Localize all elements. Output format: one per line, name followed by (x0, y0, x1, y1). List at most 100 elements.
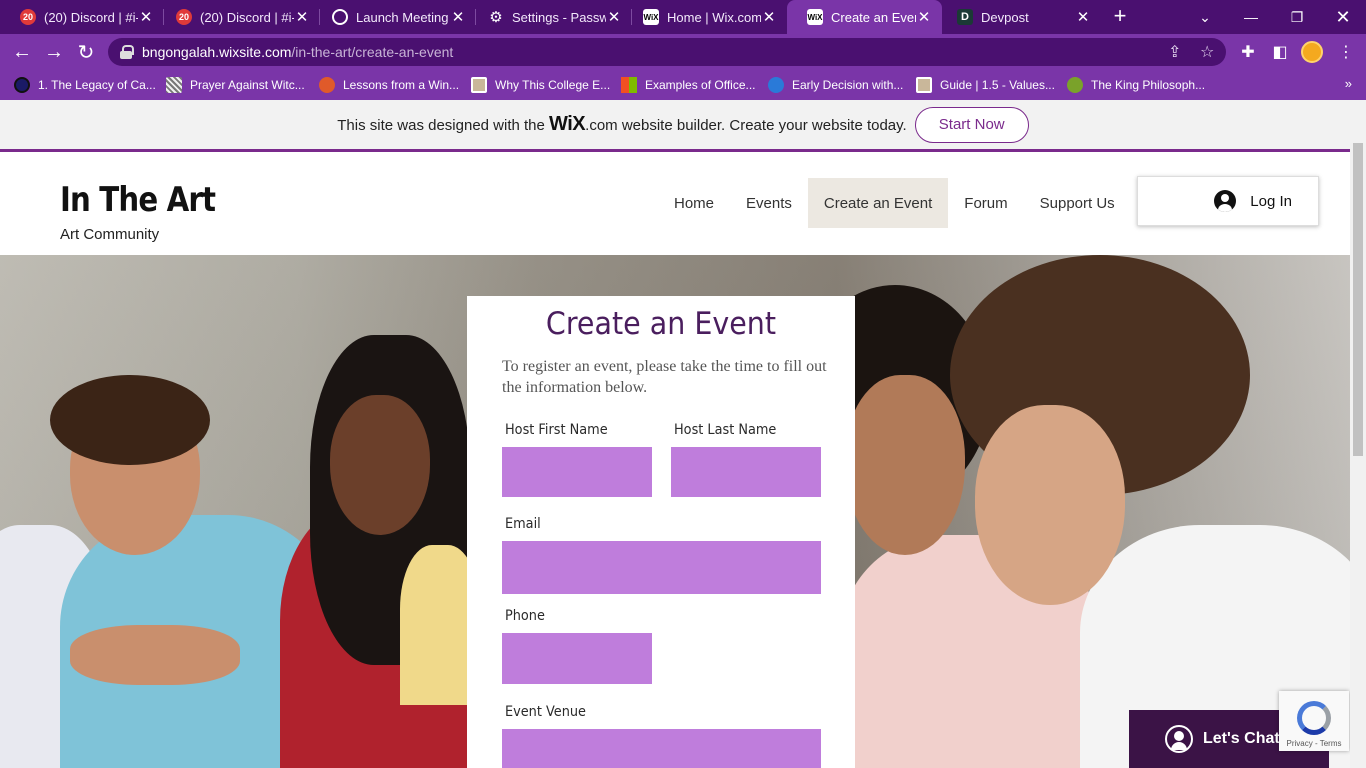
nav-events[interactable]: Events (730, 178, 808, 228)
bookmark-item[interactable]: 1. The Legacy of Ca... (14, 76, 156, 94)
nav-create-an-event[interactable]: Create an Event (807, 178, 949, 228)
wix-logo: WiX (549, 113, 586, 135)
url-host: bngongalah.wixsite.com (142, 44, 292, 60)
tab-launch-meeting[interactable]: Launch Meeting ✕ (312, 0, 476, 34)
extensions-puzzle-icon[interactable]: ✚ (1238, 42, 1258, 62)
tab-discord-1[interactable]: 20 (20) Discord | #i-l ✕ (0, 0, 164, 34)
tab-title: Launch Meeting (356, 9, 449, 25)
venue-field[interactable] (502, 729, 821, 768)
recaptcha-badge[interactable]: Privacy - Terms (1279, 691, 1349, 751)
last-name-field[interactable] (671, 447, 821, 497)
bookmark-star-icon[interactable]: ☆ (1200, 42, 1214, 62)
browser-tab-strip: 20 (20) Discord | #i-l ✕ 20 (20) Discord… (0, 0, 1366, 34)
user-avatar-icon (1214, 190, 1237, 212)
person-shape (845, 375, 965, 555)
bookmark-label: 1. The Legacy of Ca... (38, 78, 156, 92)
microsoft-icon (621, 77, 637, 93)
person-shape (330, 395, 430, 535)
bookmark-item[interactable]: Early Decision with... (768, 76, 903, 94)
site-header: In The Art Art Community Home Events Cre… (0, 152, 1350, 255)
last-name-label: Host Last Name (674, 422, 777, 438)
bookmarks-overflow-button[interactable]: » (1345, 76, 1352, 91)
tab-title: Settings - Passw (512, 9, 606, 25)
close-icon[interactable]: ✕ (138, 8, 154, 26)
close-icon[interactable]: ✕ (606, 8, 622, 26)
forward-button[interactable]: → (40, 38, 68, 66)
recaptcha-icon (1297, 701, 1331, 735)
site-nav: Home Events Create an Event Forum Suppor… (658, 178, 1131, 228)
site-tagline: Art Community (60, 226, 160, 243)
bookmark-label: Why This College E... (495, 78, 611, 92)
minimize-button[interactable]: — (1228, 0, 1274, 34)
tab-title: Create an Event | (831, 9, 916, 25)
tab-wix-home[interactable]: WiX Home | Wix.com ✕ (623, 0, 787, 34)
bookmark-item[interactable]: Why This College E... (471, 76, 610, 94)
bookmark-item[interactable]: Prayer Against Witc... (166, 76, 305, 94)
recaptcha-links[interactable]: Privacy - Terms (1287, 739, 1342, 748)
tab-title: (20) Discord | #i-l (200, 9, 294, 25)
site-brand[interactable]: In The Art (60, 180, 216, 220)
wix-icon: WiX (807, 9, 823, 25)
tab-settings[interactable]: ⚙ Settings - Passw ✕ (468, 0, 632, 34)
close-icon[interactable]: ✕ (916, 8, 932, 26)
devpost-icon: D (957, 9, 973, 25)
lock-icon (120, 45, 134, 59)
discord-icon: 20 (176, 9, 192, 25)
page-scrollbar[interactable] (1350, 143, 1366, 768)
person-shape (70, 625, 240, 685)
bookmark-item[interactable]: Lessons from a Win... (319, 76, 459, 94)
bookmark-label: Prayer Against Witc... (190, 78, 305, 92)
gear-icon: ⚙ (489, 9, 503, 26)
tab-devpost[interactable]: D Devpost ✕ (937, 0, 1101, 34)
url-text: bngongalah.wixsite.com/in-the-art/create… (142, 44, 453, 60)
bookmark-favicon-icon (166, 77, 182, 93)
scrollbar-thumb[interactable] (1353, 143, 1363, 456)
menu-kebab-icon[interactable]: ⋮ (1336, 42, 1356, 62)
form-title: Create an Event (545, 306, 777, 342)
discord-icon: 20 (20, 9, 36, 25)
start-now-button[interactable]: Start Now (914, 106, 1029, 143)
nav-support-us[interactable]: Support Us (1024, 178, 1131, 228)
email-field[interactable] (502, 541, 821, 594)
globe-icon (332, 9, 348, 25)
bookmark-item[interactable]: The King Philosoph... (1067, 76, 1205, 94)
tab-create-an-event[interactable]: WiX Create an Event | ✕ (787, 0, 942, 34)
nav-forum[interactable]: Forum (948, 178, 1023, 228)
bookmark-item[interactable]: Examples of Office... (621, 76, 756, 94)
back-button[interactable]: ← (8, 38, 36, 66)
profile-avatar[interactable] (1301, 41, 1323, 63)
nav-home[interactable]: Home (658, 178, 730, 228)
wix-banner-prefix: This site was designed with the (337, 117, 545, 134)
side-panel-icon[interactable]: ◧ (1270, 42, 1290, 62)
tab-title: Devpost (981, 9, 1029, 25)
close-window-button[interactable]: ✕ (1320, 0, 1366, 34)
venue-label: Event Venue (505, 704, 586, 720)
chat-label: Let's Chat! (1203, 730, 1286, 747)
person-shape (975, 405, 1125, 605)
close-icon[interactable]: ✕ (1075, 8, 1091, 26)
reload-button[interactable]: ↻ (72, 38, 100, 66)
close-icon[interactable]: ✕ (761, 8, 777, 26)
new-tab-button[interactable]: + (1108, 5, 1132, 29)
tab-discord-2[interactable]: 20 (20) Discord | #i-l ✕ (156, 0, 320, 34)
share-icon[interactable]: ⇪ (1168, 42, 1181, 62)
first-name-label: Host First Name (505, 422, 608, 438)
bookmark-favicon-icon (319, 77, 335, 93)
wix-icon: WiX (643, 9, 659, 25)
bookmarks-bar: 1. The Legacy of Ca... Prayer Against Wi… (0, 70, 1366, 100)
browser-toolbar: ← → ↻ bngongalah.wixsite.com/in-the-art/… (0, 34, 1366, 70)
bookmark-label: Lessons from a Win... (343, 78, 460, 92)
url-path: /in-the-art/create-an-event (291, 44, 454, 60)
login-label: Log In (1250, 192, 1292, 210)
phone-field[interactable] (502, 633, 652, 684)
bookmark-item[interactable]: Guide | 1.5 - Values... (916, 76, 1055, 94)
login-button[interactable]: Log In (1137, 176, 1319, 226)
tab-search-chevron-icon[interactable]: ⌄ (1182, 0, 1228, 34)
close-icon[interactable]: ✕ (450, 8, 466, 26)
first-name-field[interactable] (502, 447, 652, 497)
close-icon[interactable]: ✕ (294, 8, 310, 26)
bookmark-label: The King Philosoph... (1091, 78, 1206, 92)
restore-button[interactable]: ❐ (1274, 0, 1320, 34)
wix-ad-banner: This site was designed with the WiX.com … (0, 100, 1366, 152)
address-bar[interactable]: bngongalah.wixsite.com/in-the-art/create… (108, 38, 1226, 66)
